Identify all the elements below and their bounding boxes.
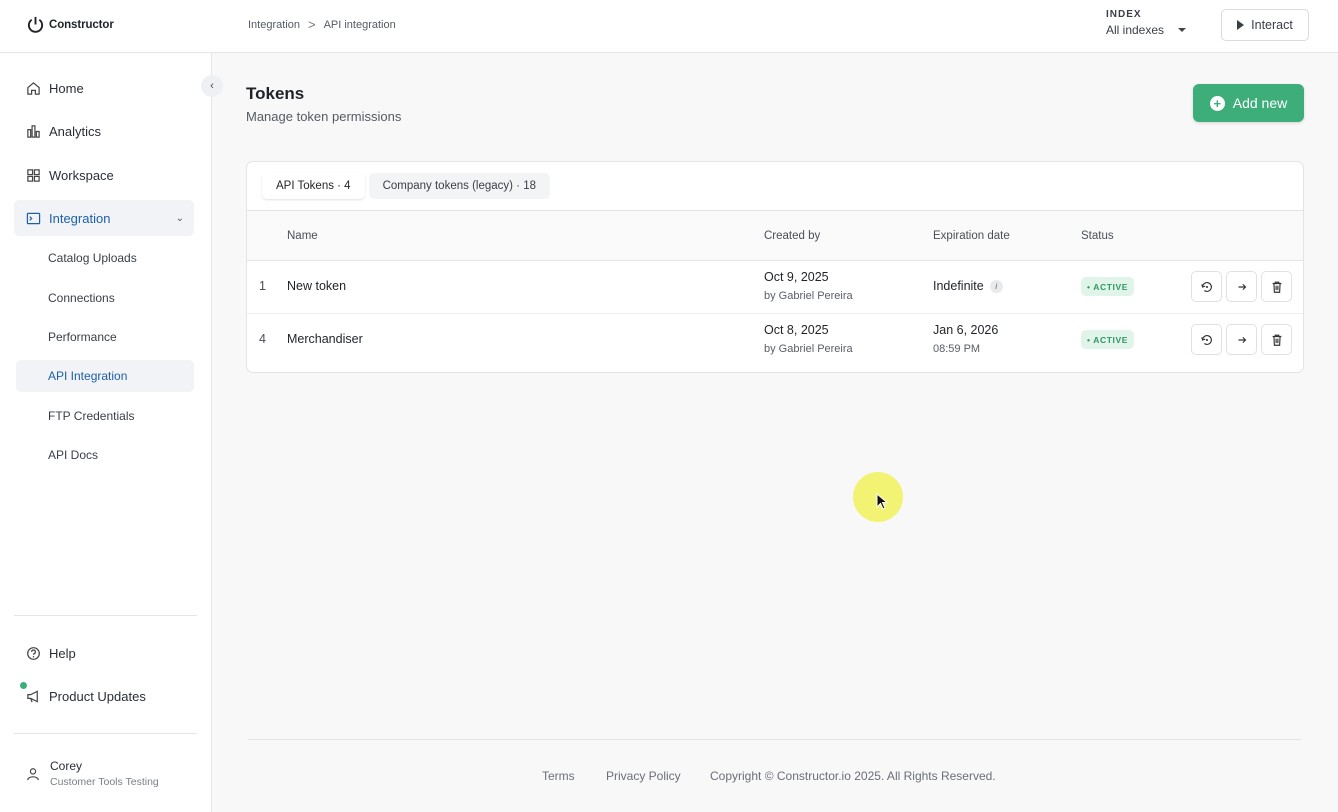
footer-privacy-link[interactable]: Privacy Policy [606, 769, 681, 783]
sidebar-item-integration[interactable]: Integration ⌄ [14, 200, 194, 236]
sidebar-item-product-updates[interactable]: Product Updates [14, 678, 194, 714]
tokens-card: API Tokens · 4 Company tokens (legacy) ·… [246, 161, 1304, 373]
sidebar-divider [14, 733, 197, 734]
sidebar-item-analytics[interactable]: Analytics [14, 113, 194, 149]
sidebar-item-label: Product Updates [49, 688, 146, 704]
sidebar: Home Analytics Workspace Integration ⌄ C… [0, 53, 212, 812]
index-selector[interactable]: INDEX All indexes [1106, 9, 1187, 37]
chevron-down-icon: ⌄ [175, 212, 184, 224]
created-date: Oct 9, 2025 [764, 270, 829, 284]
sidebar-subitem-catalog-uploads[interactable]: Catalog Uploads [16, 242, 194, 274]
column-header-name: Name [287, 230, 318, 242]
column-header-status: Status [1081, 230, 1114, 242]
open-token-button[interactable] [1226, 324, 1257, 355]
arrow-right-icon [1238, 336, 1246, 343]
sidebar-item-label: Home [49, 80, 84, 96]
sidebar-subitem-ftp-credentials[interactable]: FTP Credentials [16, 400, 194, 432]
delete-token-button[interactable] [1261, 271, 1292, 302]
interact-label: Interact [1251, 18, 1293, 32]
collapse-sidebar-button[interactable]: ‹ [201, 75, 223, 97]
user-icon [27, 767, 39, 780]
sidebar-item-label: Workspace [49, 167, 114, 183]
play-icon [1237, 20, 1245, 30]
status-badge: • ACTIVE [1081, 330, 1134, 349]
interact-button[interactable]: Interact [1221, 9, 1309, 41]
created-by: by Gabriel Pereira [764, 343, 853, 355]
rotate-token-button[interactable] [1191, 271, 1222, 302]
delete-token-button[interactable] [1261, 324, 1292, 355]
page-title: Tokens [246, 84, 305, 103]
sidebar-item-label: Help [49, 645, 76, 661]
notification-dot [20, 682, 27, 689]
footer-terms-link[interactable]: Terms [542, 769, 575, 783]
expiration-time: 08:59 PM [933, 343, 981, 355]
sidebar-subitem-performance[interactable]: Performance [16, 321, 194, 353]
info-icon[interactable]: i [989, 280, 1003, 293]
power-logo-icon [27, 16, 44, 33]
created-date: Oct 8, 2025 [764, 323, 829, 337]
sidebar-item-home[interactable]: Home [14, 70, 194, 106]
top-bar: Constructor Integration > API integratio… [0, 0, 1338, 53]
add-new-button[interactable]: + Add new [1193, 84, 1304, 122]
trash-icon [1272, 334, 1281, 346]
plus-circle-icon: + [1209, 95, 1225, 111]
sidebar-item-help[interactable]: Help [14, 635, 194, 671]
help-icon [27, 646, 40, 660]
expiration-text: Indefinite [933, 279, 984, 293]
refresh-icon [1200, 281, 1212, 292]
grid-icon [27, 168, 40, 182]
user-org: Customer Tools Testing [50, 776, 159, 788]
sidebar-item-workspace[interactable]: Workspace [14, 157, 194, 193]
table-header: Name Created by Expiration date Status [247, 210, 1303, 261]
footer-copyright: Copyright © Constructor.io 2025. All Rig… [710, 769, 996, 783]
sidebar-divider [14, 615, 197, 616]
token-name[interactable]: New token [287, 279, 346, 293]
expiration-date: Indefinite i [933, 279, 1003, 293]
table-row[interactable]: 4 Merchandiser Oct 8, 2025 by Gabriel Pe… [247, 313, 1303, 365]
tab-company-tokens[interactable]: Company tokens (legacy) · 18 [368, 173, 550, 199]
terminal-icon [26, 212, 41, 224]
expiration-date: Jan 6, 2026 [933, 323, 999, 337]
sidebar-subitem-api-docs[interactable]: API Docs [16, 439, 194, 471]
chevron-left-icon: ‹ [210, 80, 214, 92]
token-name[interactable]: Merchandiser [287, 332, 363, 346]
sidebar-subitem-api-integration[interactable]: API Integration [16, 360, 194, 392]
constructor-logo[interactable]: Constructor [26, 15, 114, 34]
add-new-label: Add new [1232, 95, 1288, 111]
user-profile[interactable]: Corey Customer Tools Testing [26, 759, 159, 788]
index-value: All indexes [1106, 23, 1165, 37]
rotate-token-button[interactable] [1191, 324, 1222, 355]
caret-down-icon [1178, 28, 1187, 32]
tab-api-tokens[interactable]: API Tokens · 4 [262, 173, 365, 199]
trash-icon [1272, 281, 1281, 293]
row-index: 4 [259, 332, 266, 346]
home-icon [27, 81, 40, 95]
sidebar-item-label: Analytics [49, 123, 102, 139]
status-badge: • ACTIVE [1081, 277, 1134, 296]
column-header-expiration: Expiration date [933, 230, 1010, 242]
mouse-cursor-icon [876, 493, 888, 510]
token-tabs: API Tokens · 4 Company tokens (legacy) ·… [262, 173, 550, 199]
breadcrumb-current: API integration [323, 18, 396, 31]
index-label: INDEX [1106, 9, 1142, 20]
created-by: by Gabriel Pereira [764, 290, 853, 302]
row-index: 1 [259, 279, 266, 293]
footer-divider [248, 739, 1301, 740]
arrow-right-icon [1238, 283, 1246, 290]
sidebar-subitem-connections[interactable]: Connections [16, 282, 194, 314]
page-subtitle: Manage token permissions [246, 109, 402, 124]
megaphone-icon [27, 689, 38, 703]
user-name: Corey [50, 759, 83, 773]
open-token-button[interactable] [1226, 271, 1257, 302]
breadcrumb: Integration > API integration [248, 17, 396, 32]
brand-name: Constructor [49, 18, 114, 31]
sidebar-item-label: Integration [49, 210, 111, 226]
refresh-icon [1200, 334, 1212, 345]
table-row[interactable]: 1 New token Oct 9, 2025 by Gabriel Perei… [247, 261, 1303, 313]
chart-icon [27, 124, 40, 138]
breadcrumb-parent[interactable]: Integration [248, 19, 300, 31]
breadcrumb-separator: > [307, 17, 316, 32]
column-header-created-by: Created by [764, 230, 821, 242]
